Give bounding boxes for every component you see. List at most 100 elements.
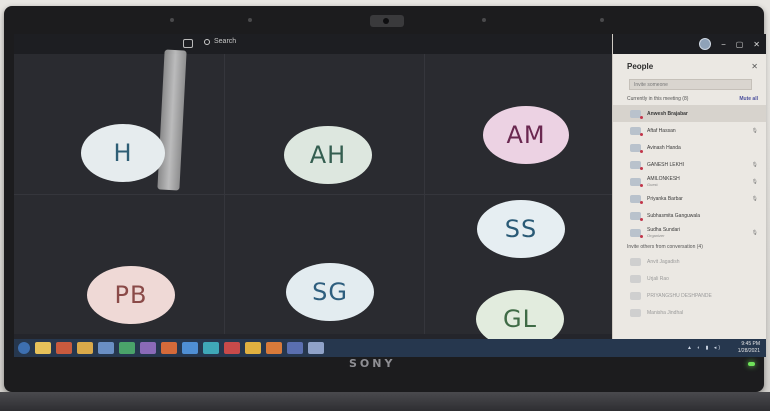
webcam	[370, 15, 404, 27]
invitee-row[interactable]: Manisha Jindhal	[613, 304, 766, 321]
bezel-screw	[248, 18, 252, 22]
participant-row[interactable]: Subhasmita Ganguwala	[613, 207, 766, 224]
participant-avatar[interactable]: AM	[483, 106, 569, 164]
participant-name: Priyanka Barbar	[647, 195, 683, 202]
bezel-screw	[600, 18, 604, 22]
windows-taskbar: ▲ ◐ ▮ ◂) 9:45 PM 1/28/2021	[14, 339, 766, 357]
maximize-button[interactable]: ▢	[736, 40, 744, 49]
participant-name: GANESH LEKHI	[647, 161, 684, 168]
participant-row[interactable]: GANESH LEKHI 🎙	[613, 156, 766, 173]
participant-avatar[interactable]: H	[81, 124, 165, 182]
chat-icon[interactable]	[183, 39, 193, 48]
app-icon[interactable]	[56, 342, 72, 354]
explorer-icon[interactable]	[35, 342, 51, 354]
minimize-button[interactable]: −	[721, 40, 726, 49]
window-controls: − ▢ ✕	[613, 34, 766, 54]
user-avatar[interactable]	[699, 38, 712, 50]
search-box[interactable]: Search	[204, 38, 236, 45]
taskbar-clock[interactable]: 9:45 PM 1/28/2021	[738, 341, 760, 355]
app-icon[interactable]	[308, 342, 324, 354]
mic-off-icon: 🎙	[751, 127, 758, 134]
laptop-bezel: Search H AH AM SS PB SG GL − ▢ ✕ People …	[4, 6, 766, 392]
people-panel: − ▢ ✕ People ✕ Invite someone Currently …	[612, 34, 766, 339]
participant-thumb	[630, 211, 643, 221]
participant-row[interactable]: Avinash Handa	[613, 139, 766, 156]
teams-icon[interactable]	[287, 342, 303, 354]
app-icon[interactable]	[161, 342, 177, 354]
app-icon[interactable]	[140, 342, 156, 354]
bezel-screw	[170, 18, 174, 22]
participant-role: Guest	[647, 181, 658, 187]
participant-thumb	[630, 109, 643, 119]
participant-thumb	[630, 228, 643, 238]
invitee-thumb	[630, 308, 641, 317]
meeting-titlebar: Search	[14, 34, 612, 54]
participant-thumb	[630, 143, 643, 153]
invitee-thumb	[630, 291, 641, 300]
participant-name: Aftaf Hassan	[647, 127, 676, 134]
photo-scene: Search H AH AM SS PB SG GL − ▢ ✕ People …	[0, 0, 770, 411]
brand-logo: SONY	[349, 357, 396, 370]
participant-role: Organizer	[647, 232, 665, 238]
search-icon	[204, 38, 210, 45]
app-icon[interactable]	[245, 342, 261, 354]
start-button[interactable]	[18, 342, 30, 354]
app-icon[interactable]	[77, 342, 93, 354]
mic-off-icon: 🎙	[751, 195, 758, 202]
laptop-hinge	[0, 392, 770, 411]
app-icon[interactable]	[203, 342, 219, 354]
invitee-row[interactable]: Anvit Jagadish	[613, 253, 766, 270]
invite-input[interactable]: Invite someone	[629, 79, 752, 90]
participant-avatar[interactable]: SG	[286, 263, 374, 321]
participant-row[interactable]: Priyanka Barbar 🎙	[613, 190, 766, 207]
mic-off-icon: 🎙	[751, 161, 758, 168]
app-icon[interactable]	[224, 342, 240, 354]
participant-name: Anwesh Brajabar	[647, 110, 688, 117]
mic-off-icon: 🎙	[751, 229, 758, 236]
participant-row[interactable]: Aftaf Hassan 🎙	[613, 122, 766, 139]
participant-avatar[interactable]: PB	[87, 266, 175, 324]
app-icon[interactable]	[182, 342, 198, 354]
bezel-screw	[482, 18, 486, 22]
participant-avatar[interactable]: SS	[477, 200, 565, 258]
in-meeting-section[interactable]: Currently in this meeting (8) Mute all	[613, 93, 766, 105]
power-led	[748, 362, 755, 366]
invitee-name: Anvit Jagadish	[647, 258, 680, 265]
search-label: Search	[214, 38, 237, 45]
invitee-name: PRIYANGSHU DESHPANDE	[647, 292, 712, 299]
app-icon[interactable]	[119, 342, 135, 354]
app-icon[interactable]	[266, 342, 282, 354]
invitee-thumb	[630, 257, 641, 266]
participant-row[interactable]: Anwesh Brajabar	[613, 105, 766, 122]
invitee-row[interactable]: PRIYANGSHU DESHPANDE	[613, 287, 766, 304]
invitee-name: Manisha Jindhal	[647, 309, 684, 316]
video-grid: H AH AM SS PB SG GL	[14, 49, 612, 348]
invitee-row[interactable]: Urjali Rao	[613, 270, 766, 287]
section-label: Currently in this meeting (8)	[627, 96, 689, 102]
section-label: Invite others from conversation (4)	[627, 244, 703, 250]
mute-all-button[interactable]: Mute all	[739, 96, 758, 102]
participant-thumb	[630, 126, 643, 136]
mic-off-icon: 🎙	[751, 178, 758, 185]
participant-name: Sudha Sundari Organizer	[647, 227, 752, 239]
participant-row[interactable]: Sudha Sundari Organizer 🎙	[613, 224, 766, 241]
others-section[interactable]: Invite others from conversation (4)	[613, 241, 766, 253]
panel-close-icon[interactable]: ✕	[751, 62, 758, 71]
participant-name-text: AMILONKESH	[647, 175, 680, 182]
panel-title: People	[627, 62, 654, 71]
participant-avatar[interactable]: AH	[284, 126, 372, 184]
close-button[interactable]: ✕	[753, 40, 760, 49]
participant-thumb	[630, 160, 643, 170]
participant-row[interactable]: AMILONKESH Guest 🎙	[613, 173, 766, 190]
pen-reflection	[157, 49, 187, 191]
clock-time: 9:45 PM	[741, 341, 760, 347]
invitee-name: Urjali Rao	[647, 275, 669, 282]
invite-placeholder: Invite someone	[634, 81, 668, 88]
panel-header: People ✕	[613, 54, 766, 75]
participant-name: Subhasmita Ganguwala	[647, 212, 701, 219]
tile-divider	[14, 194, 612, 195]
invitee-thumb	[630, 274, 641, 283]
clock-date: 1/28/2021	[737, 348, 760, 354]
system-tray[interactable]: ▲ ◐ ▮ ◂)	[687, 345, 722, 351]
app-icon[interactable]	[98, 342, 114, 354]
